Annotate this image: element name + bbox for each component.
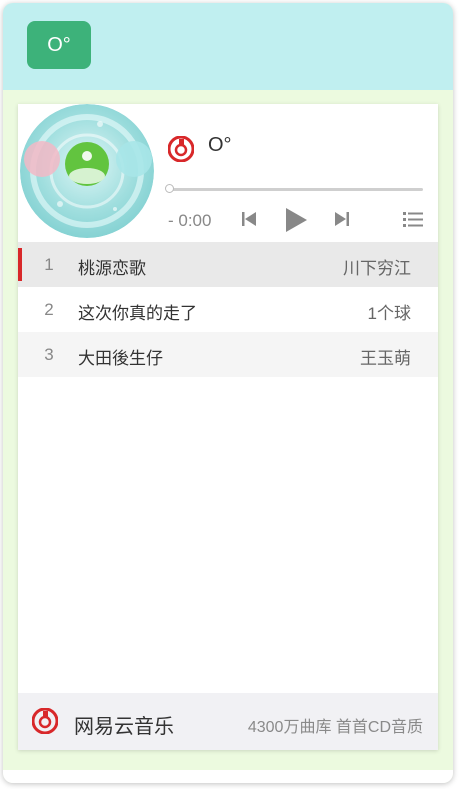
playlist: 1 桃源恋歌 川下穷江 2 这次你真的走了 1个球 3 大田後生仔 王玉萌 xyxy=(18,242,438,377)
list-item[interactable]: 1 桃源恋歌 川下穷江 xyxy=(18,242,438,287)
user-avatar-button[interactable]: O° xyxy=(27,21,91,69)
time-display: - 0:00 xyxy=(168,211,212,230)
progress-knob[interactable] xyxy=(165,184,174,193)
song-title: O° xyxy=(208,134,232,156)
list-item[interactable]: 2 这次你真的走了 1个球 xyxy=(18,287,438,332)
netease-logo-icon[interactable] xyxy=(32,708,58,734)
music-widget-card: O° O° - 0:00 1 桃源恋歌 川下穷江 2 这次你真的走了 1个球 3… xyxy=(3,3,453,783)
player-footer: 网易云音乐 4300万曲库 首首CD音质 xyxy=(18,693,438,750)
track-number: 3 xyxy=(44,345,54,364)
track-artist: 王玉萌 xyxy=(360,349,411,368)
brand-name[interactable]: 网易云音乐 xyxy=(74,710,174,739)
music-player: O° - 0:00 1 桃源恋歌 川下穷江 2 这次你真的走了 1个球 3 大田… xyxy=(18,104,438,750)
track-name: 桃源恋歌 xyxy=(78,259,146,278)
netease-logo-icon xyxy=(168,136,194,162)
album-cover[interactable] xyxy=(20,104,154,238)
track-artist: 川下穷江 xyxy=(343,259,411,278)
brand-slogan: 4300万曲库 首首CD音质 xyxy=(247,719,423,736)
album-cover-art xyxy=(20,104,154,238)
track-number: 1 xyxy=(44,255,54,274)
list-item[interactable]: 3 大田後生仔 王玉萌 xyxy=(18,332,438,377)
header-bar: O° xyxy=(3,3,453,90)
card-bottom-strip xyxy=(3,770,453,783)
active-track-marker xyxy=(18,248,22,281)
next-icon[interactable] xyxy=(334,210,350,228)
progress-bar[interactable] xyxy=(165,184,423,193)
prev-icon[interactable] xyxy=(241,210,257,228)
track-name: 这次你真的走了 xyxy=(78,304,197,323)
track-name: 大田後生仔 xyxy=(78,349,163,368)
play-icon[interactable] xyxy=(284,206,308,234)
playlist-icon[interactable] xyxy=(403,211,423,228)
track-number: 2 xyxy=(44,300,54,319)
track-artist: 1个球 xyxy=(367,304,411,323)
